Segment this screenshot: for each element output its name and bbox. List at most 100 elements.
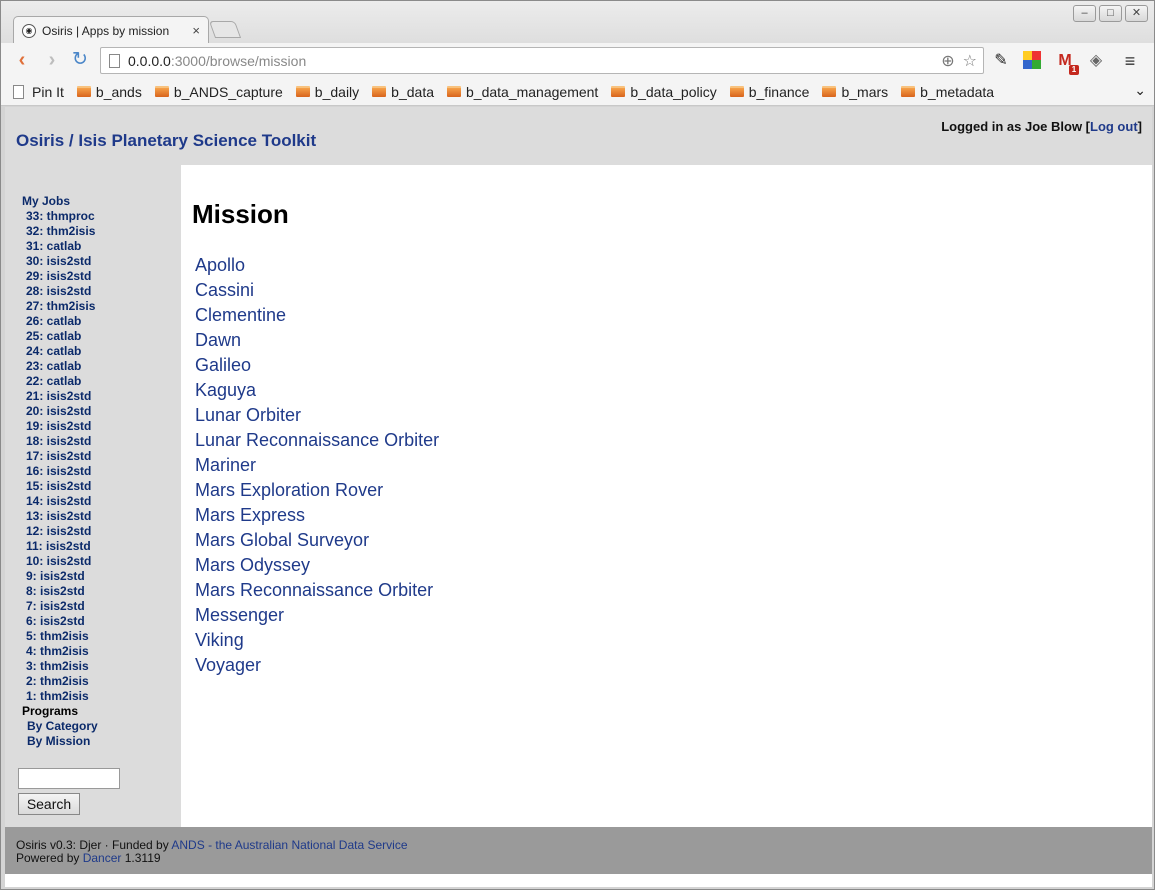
list-item: Dawn	[195, 328, 439, 353]
new-tab-button[interactable]	[208, 21, 242, 38]
bookmarks-bar: Pin It b_ands b_ANDS_capture b_daily b_data…	[1, 78, 1154, 106]
job-item[interactable]: 21: isis2std	[26, 389, 95, 404]
mission-link[interactable]: Viking	[195, 630, 244, 650]
mission-link[interactable]: Apollo	[195, 255, 245, 275]
bookmark-label: b_metadata	[920, 83, 995, 100]
color-picker-icon[interactable]	[1023, 51, 1043, 71]
gmail-icon[interactable]: M1	[1055, 51, 1079, 75]
logout-link[interactable]: Log out	[1090, 119, 1138, 134]
folder-icon	[901, 86, 916, 97]
mission-link[interactable]: Mars Global Surveyor	[195, 530, 369, 550]
bookmark-folder[interactable]: b_metadata	[901, 84, 994, 100]
tab-osiris[interactable]: ◉ Osiris | Apps by mission ×	[13, 16, 209, 44]
bookmark-folder[interactable]: b_ands	[76, 84, 142, 100]
menu-icon[interactable]: ≡	[1121, 51, 1139, 71]
web-page: Osiris / Isis Planetary Science Toolkit …	[5, 107, 1152, 887]
my-jobs-heading[interactable]: My Jobs	[22, 194, 70, 208]
chevron-down-icon[interactable]: ⌄	[1134, 82, 1146, 99]
job-item[interactable]: 2: thm2isis	[26, 674, 95, 689]
job-item[interactable]: 24: catlab	[26, 344, 95, 359]
job-item[interactable]: 30: isis2std	[26, 254, 95, 269]
job-item[interactable]: 4: thm2isis	[26, 644, 95, 659]
mission-link[interactable]: Clementine	[195, 305, 286, 325]
job-item[interactable]: 1: thm2isis	[26, 689, 95, 704]
job-item[interactable]: 20: isis2std	[26, 404, 95, 419]
star-icon[interactable]: ☆	[963, 51, 977, 71]
job-item[interactable]: 5: thm2isis	[26, 629, 95, 644]
job-item[interactable]: 33: thmproc	[26, 209, 95, 224]
zoom-icon[interactable]: ⊕	[941, 51, 954, 71]
folder-icon	[295, 86, 310, 97]
bookmark-pin-it[interactable]: Pin It	[13, 84, 64, 100]
mission-link[interactable]: Lunar Orbiter	[195, 405, 301, 425]
mission-link[interactable]: Lunar Reconnaissance Orbiter	[195, 430, 439, 450]
dancer-link[interactable]: Dancer	[83, 851, 122, 865]
job-item[interactable]: 15: isis2std	[26, 479, 95, 494]
job-item[interactable]: 13: isis2std	[26, 509, 95, 524]
job-item[interactable]: 9: isis2std	[26, 569, 95, 584]
mission-link[interactable]: Kaguya	[195, 380, 256, 400]
pin-icon[interactable]: ✎	[991, 51, 1011, 71]
job-item[interactable]: 16: isis2std	[26, 464, 95, 479]
job-item[interactable]: 27: thm2isis	[26, 299, 95, 314]
forward-icon[interactable]: ›	[41, 49, 63, 71]
programs-list: By Category By Mission	[27, 719, 98, 749]
minimize-icon[interactable]: –	[1073, 5, 1096, 22]
list-item: Voyager	[195, 653, 439, 678]
job-item[interactable]: 32: thm2isis	[26, 224, 95, 239]
job-item[interactable]: 25: catlab	[26, 329, 95, 344]
maximize-icon[interactable]: □	[1099, 5, 1122, 22]
search-button[interactable]: Search	[18, 793, 80, 815]
mission-link[interactable]: Mars Odyssey	[195, 555, 310, 575]
mission-link[interactable]: Dawn	[195, 330, 241, 350]
job-item[interactable]: 31: catlab	[26, 239, 95, 254]
mission-link[interactable]: Voyager	[195, 655, 261, 675]
job-item[interactable]: 29: isis2std	[26, 269, 95, 284]
close-tab-icon[interactable]: ×	[192, 23, 200, 38]
mission-link[interactable]: Mars Exploration Rover	[195, 480, 383, 500]
login-bracket: ]	[1137, 119, 1142, 134]
mission-link[interactable]: Mars Express	[195, 505, 305, 525]
job-item[interactable]: 22: catlab	[26, 374, 95, 389]
job-item[interactable]: 11: isis2std	[26, 539, 95, 554]
bookmark-folder[interactable]: b_data_management	[447, 84, 598, 100]
mission-link[interactable]: Cassini	[195, 280, 254, 300]
folder-icon	[447, 86, 461, 97]
mission-link[interactable]: Messenger	[195, 605, 284, 625]
job-item[interactable]: 19: isis2std	[26, 419, 95, 434]
job-item[interactable]: 10: isis2std	[26, 554, 95, 569]
job-item[interactable]: 14: isis2std	[26, 494, 95, 509]
job-item[interactable]: 26: catlab	[26, 314, 95, 329]
address-bar[interactable]: 0.0.0.0:3000/browse/mission ⊕ ☆	[100, 47, 984, 74]
job-item[interactable]: 18: isis2std	[26, 434, 95, 449]
close-window-icon[interactable]: ✕	[1125, 5, 1148, 22]
bookmark-folder[interactable]: b_daily	[295, 84, 359, 100]
bookmark-folder[interactable]: b_ANDS_capture	[154, 84, 283, 100]
job-item[interactable]: 12: isis2std	[26, 524, 95, 539]
site-title[interactable]: Osiris / Isis Planetary Science Toolkit	[16, 131, 316, 151]
job-item[interactable]: 23: catlab	[26, 359, 95, 374]
job-item[interactable]: 7: isis2std	[26, 599, 95, 614]
job-item[interactable]: 3: thm2isis	[26, 659, 95, 674]
search-input[interactable]	[18, 768, 120, 789]
feed-icon[interactable]: ◈	[1086, 51, 1106, 71]
mission-link[interactable]: Mariner	[195, 455, 256, 475]
bookmark-folder[interactable]: b_data	[372, 84, 434, 100]
job-item[interactable]: 6: isis2std	[26, 614, 95, 629]
reload-icon[interactable]: ↻	[69, 49, 91, 71]
job-item[interactable]: 17: isis2std	[26, 449, 95, 464]
ands-link[interactable]: ANDS - the Australian National Data Serv…	[171, 838, 407, 852]
browser-toolbar: ‹ › ↻ 0.0.0.0:3000/browse/mission ⊕ ☆ ✎ …	[1, 43, 1154, 78]
mission-link[interactable]: Mars Reconnaissance Orbiter	[195, 580, 433, 600]
job-item[interactable]: 28: isis2std	[26, 284, 95, 299]
tab-title: Osiris | Apps by mission	[42, 23, 170, 38]
job-item[interactable]: 8: isis2std	[26, 584, 95, 599]
back-icon[interactable]: ‹	[11, 49, 33, 71]
program-link[interactable]: By Mission	[27, 734, 98, 749]
bookmark-folder[interactable]: b_mars	[822, 84, 888, 100]
bookmark-folder[interactable]: b_data_policy	[611, 84, 717, 100]
folder-icon	[611, 86, 626, 97]
mission-link[interactable]: Galileo	[195, 355, 251, 375]
program-link[interactable]: By Category	[27, 719, 98, 734]
bookmark-folder[interactable]: b_finance	[729, 84, 809, 100]
